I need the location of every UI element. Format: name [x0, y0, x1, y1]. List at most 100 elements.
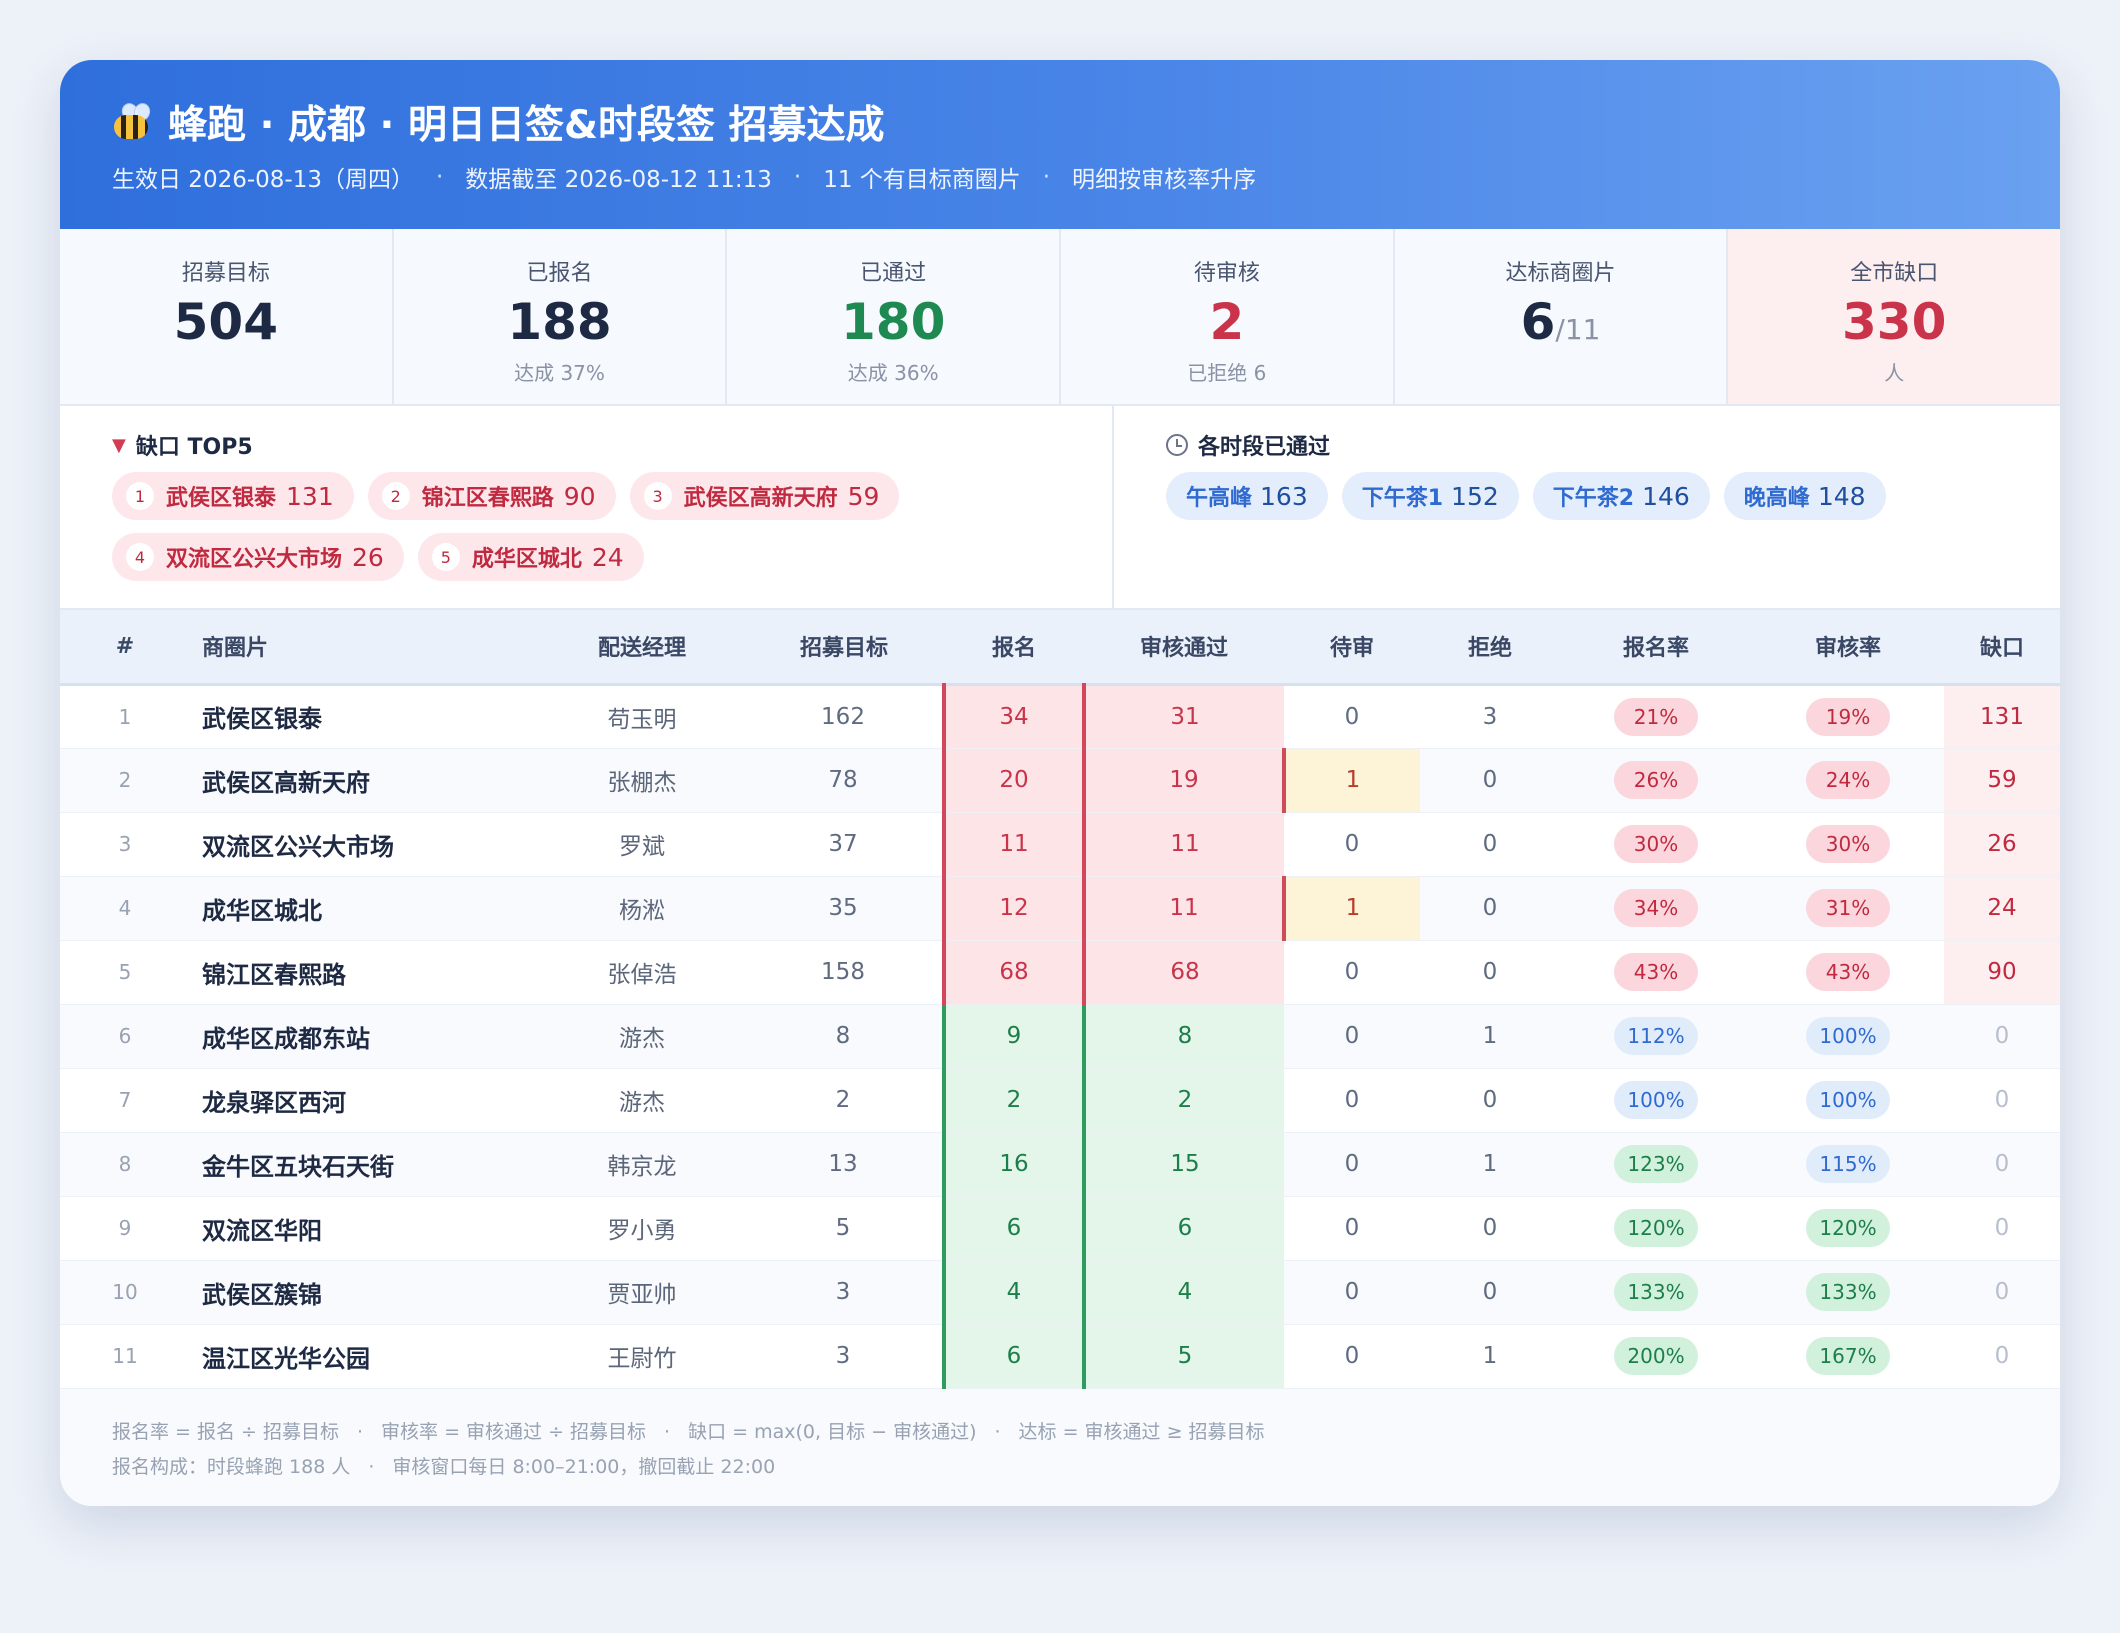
- manager-name: 游杰: [540, 1004, 744, 1069]
- pending-cell: 0: [1284, 1196, 1420, 1261]
- dashboard-card: 蜂跑 · 成都 · 明日日签&时段签 招募达成 生效日 2026-08-13（周…: [60, 60, 2060, 1506]
- data-as-of: 数据截至 2026-08-12 11:13: [465, 167, 772, 193]
- table-row[interactable]: 9 双流区华阳 罗小勇 5 6 6 0 0 120% 120% 0: [60, 1196, 2060, 1261]
- pending-cell: 0: [1284, 684, 1420, 749]
- column-header[interactable]: 审核率: [1752, 610, 1944, 686]
- slot-chip[interactable]: 午高峰 163: [1166, 472, 1328, 520]
- gap-cell: 26: [1944, 812, 2060, 877]
- slot-name: 下午茶1: [1361, 486, 1444, 511]
- footer-note: 审核率 = 审核通过 ÷ 招募目标: [381, 1420, 647, 1443]
- slot-title-text: 各时段已通过: [1198, 435, 1331, 460]
- passed-cell: 68: [1082, 940, 1284, 1005]
- column-header[interactable]: 拒绝: [1420, 610, 1560, 686]
- table-row[interactable]: 7 龙泉驿区西河 游杰 2 2 2 0 0 100% 100% 0: [60, 1068, 2060, 1133]
- table-row[interactable]: 1 武侯区银泰 苟玉明 162 34 31 0 3 21% 19% 131: [60, 684, 2060, 749]
- kpi-label: 全市缺口: [1850, 261, 1939, 286]
- table-row[interactable]: 2 武侯区高新天府 张棚杰 78 20 19 1 0 26% 24% 59: [60, 748, 2060, 813]
- slot-chip[interactable]: 晚高峰 148: [1723, 472, 1886, 520]
- gap-cell: 90: [1944, 940, 2060, 1005]
- title-text: 蜂跑 · 成都 · 明日日签&时段签 招募达成: [168, 103, 885, 148]
- gap-rank: 4: [126, 543, 154, 571]
- passed-cell: 2: [1082, 1068, 1284, 1133]
- slot-chips: 午高峰 163 下午茶1 152 下午茶2 146 晚高峰 148: [1166, 472, 2060, 533]
- table-row[interactable]: 5 锦江区春熙路 张倬浩 158 68 68 0 0 43% 43% 90: [60, 940, 2060, 1005]
- kpi-label: 已通过: [860, 261, 927, 286]
- table-row[interactable]: 8 金牛区五块石天街 韩京龙 13 16 15 0 1 123% 115% 0: [60, 1132, 2060, 1197]
- summary-panels: ▼ 缺口 TOP5 1 武侯区银泰 131 2 锦江区春熙路 90 3 武侯区高新天府 59 4 双…: [60, 406, 2060, 610]
- gap-cell: 131: [1944, 684, 2060, 749]
- area-name: 武侯区高新天府: [190, 748, 540, 813]
- signup-cell: 11: [942, 812, 1084, 877]
- sort-note: 明细按审核率升序: [1072, 167, 1257, 193]
- gap-chip[interactable]: 2 锦江区春熙路 90: [367, 472, 616, 520]
- column-header[interactable]: 缺口: [1944, 610, 2060, 686]
- column-header[interactable]: 报名: [944, 610, 1084, 686]
- table-row[interactable]: 4 成华区城北 杨淞 35 12 11 1 0 34% 31% 24: [60, 876, 2060, 941]
- kpi-label: 达标商圈片: [1505, 261, 1616, 286]
- row-index: 10: [60, 1260, 190, 1325]
- area-name: 武侯区银泰: [190, 684, 540, 749]
- column-header[interactable]: 审核通过: [1084, 610, 1284, 686]
- kpi-value-den: /11: [1555, 313, 1601, 346]
- column-header[interactable]: 招募目标: [744, 610, 944, 686]
- rejected-cell: 3: [1420, 684, 1560, 749]
- separator: ·: [435, 164, 444, 190]
- gap-count: 131: [286, 481, 334, 511]
- kpi-value: 2: [1209, 293, 1245, 351]
- signup-rate-cell: 34%: [1560, 876, 1752, 941]
- gap-chip[interactable]: 3 武侯区高新天府 59: [629, 472, 900, 520]
- slot-count: 152: [1451, 481, 1499, 511]
- table-row[interactable]: 11 温江区光华公园 王尉竹 3 6 5 0 1 200% 167% 0: [60, 1324, 2060, 1389]
- signup-rate-badge: 133%: [1614, 1273, 1698, 1311]
- pass-rate-cell: 30%: [1752, 812, 1944, 877]
- table-row[interactable]: 3 双流区公兴大市场 罗斌 37 11 11 0 0 30% 30% 26: [60, 812, 2060, 877]
- rejected-cell: 1: [1420, 1324, 1560, 1389]
- gap-count: 26: [352, 542, 384, 572]
- bee-icon: [112, 100, 154, 141]
- row-index: 5: [60, 940, 190, 1005]
- kpi-passed: 已通过 180 达成 36%: [727, 229, 1062, 404]
- signup-rate-cell: 133%: [1560, 1260, 1752, 1325]
- kpi-value: 188: [507, 293, 612, 351]
- signup-cell: 12: [942, 876, 1084, 941]
- column-header[interactable]: 待审: [1284, 610, 1420, 686]
- column-header[interactable]: 报名率: [1560, 610, 1752, 686]
- manager-name: 贾亚帅: [540, 1260, 744, 1325]
- rejected-cell: 0: [1420, 876, 1560, 941]
- passed-cell: 31: [1082, 684, 1284, 749]
- row-index: 6: [60, 1004, 190, 1069]
- passed-cell: 4: [1082, 1260, 1284, 1325]
- column-header[interactable]: 配送经理: [540, 610, 744, 686]
- pass-rate-cell: 31%: [1752, 876, 1944, 941]
- gap-cell: 59: [1944, 748, 2060, 813]
- gap-cell: 0: [1944, 1196, 2060, 1261]
- slot-chip[interactable]: 下午茶1 152: [1341, 472, 1519, 520]
- gap-cell: 0: [1944, 1068, 2060, 1133]
- rejected-cell: 0: [1420, 748, 1560, 813]
- kpi-value: 330: [1842, 293, 1947, 351]
- gap-rank: 3: [643, 482, 672, 510]
- gap-chip[interactable]: 1 武侯区银泰 131: [112, 472, 354, 520]
- column-header[interactable]: 商圈片: [190, 610, 540, 686]
- footer-note: 报名率 = 报名 ÷ 招募目标: [112, 1420, 339, 1443]
- area-name: 武侯区簇锦: [190, 1260, 540, 1325]
- gap-chip[interactable]: 5 成华区城北 24: [417, 533, 644, 581]
- area-name: 双流区华阳: [190, 1196, 540, 1261]
- slot-chip[interactable]: 下午茶2 146: [1532, 472, 1710, 520]
- gap-cell: 24: [1944, 876, 2060, 941]
- slot-panel: 各时段已通过 午高峰 163 下午茶1 152 下午茶2 146 晚高峰 148: [1114, 406, 2060, 608]
- table-row[interactable]: 6 成华区成都东站 游杰 8 9 8 0 1 112% 100% 0: [60, 1004, 2060, 1069]
- pass-rate-badge: 19%: [1806, 697, 1890, 736]
- gap-rank: 1: [126, 482, 154, 510]
- signup-cell: 16: [942, 1132, 1084, 1197]
- rejected-cell: 0: [1420, 1068, 1560, 1133]
- pass-rate-cell: 100%: [1752, 1068, 1944, 1133]
- pass-rate-badge: 100%: [1806, 1081, 1890, 1119]
- gap-chip[interactable]: 4 双流区公兴大市场 26: [112, 533, 404, 581]
- pass-rate-badge: 30%: [1806, 825, 1890, 863]
- table-row[interactable]: 10 武侯区簇锦 贾亚帅 3 4 4 0 0 133% 133% 0: [60, 1260, 2060, 1325]
- column-header[interactable]: #: [60, 610, 190, 686]
- footer-note: 达标 = 审核通过 ≥ 招募目标: [1018, 1420, 1265, 1443]
- kpi-sub: 达成 37%: [514, 361, 605, 385]
- gap-area-name: 成华区城北: [471, 547, 582, 572]
